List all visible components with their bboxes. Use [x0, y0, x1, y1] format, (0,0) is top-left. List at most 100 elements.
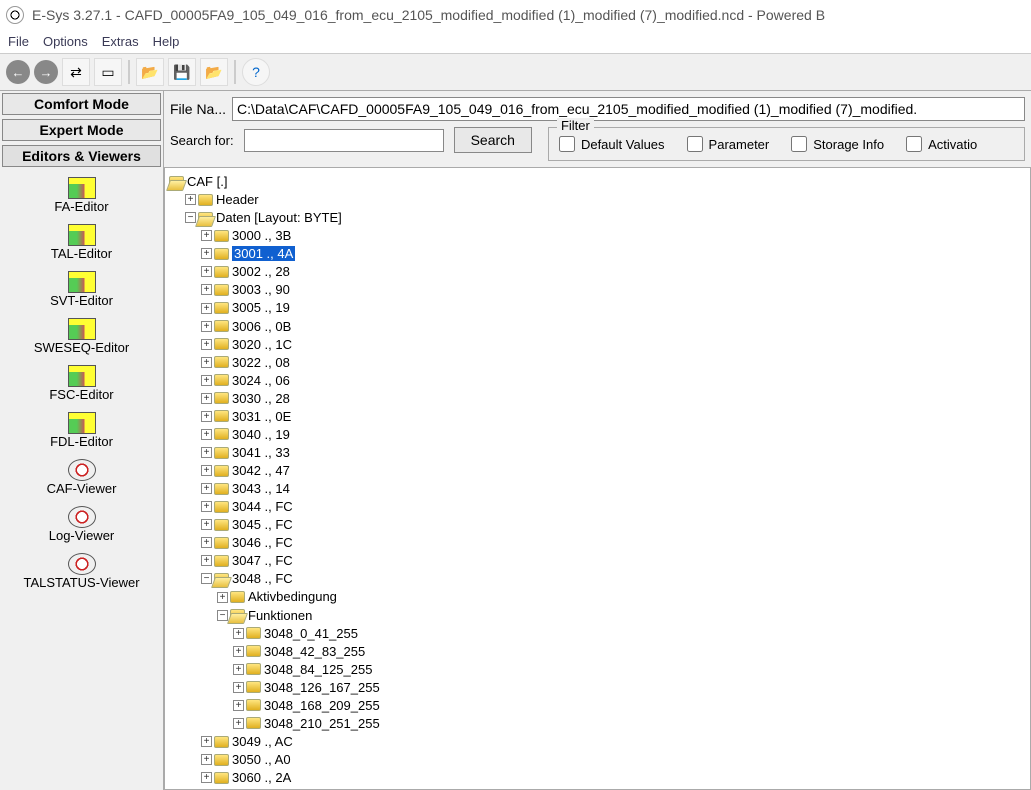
tree-node[interactable]: +3050 ., A0 [201, 750, 1028, 768]
tree-label[interactable]: 3003 ., 90 [232, 282, 290, 297]
back-icon[interactable]: ← [6, 60, 30, 84]
tree-toggle-icon[interactable]: + [201, 754, 212, 765]
tree-label[interactable]: 3001 ., 4A [232, 246, 295, 261]
tree-label[interactable]: 3040 ., 19 [232, 427, 290, 442]
tree-label[interactable]: 3048_126_167_255 [264, 680, 380, 695]
tree-toggle-icon[interactable]: + [201, 284, 212, 295]
tree-node[interactable]: +3002 ., 28 [201, 262, 1028, 280]
tree-node[interactable]: +3022 ., 08 [201, 353, 1028, 371]
tree-node[interactable]: +3048_0_41_255 [233, 624, 1028, 642]
tree-toggle-icon[interactable]: + [233, 664, 244, 675]
checkbox-icon[interactable] [791, 136, 807, 152]
tree-label[interactable]: Header [216, 192, 259, 207]
tree-node[interactable]: +3031 ., 0E [201, 407, 1028, 425]
tree-label[interactable]: 3050 ., A0 [232, 752, 291, 767]
menu-options[interactable]: Options [43, 34, 88, 49]
tree-node[interactable]: +3001 ., 4A [201, 244, 1028, 262]
tree-toggle-icon[interactable]: + [201, 537, 212, 548]
tree-node[interactable]: +3044 ., FC [201, 497, 1028, 515]
tree-toggle-icon[interactable]: + [201, 736, 212, 747]
tree-node[interactable]: +3048_210_251_255 [233, 714, 1028, 732]
editor-caf-viewer[interactable]: CAF-Viewer [0, 455, 163, 502]
filename-input[interactable] [232, 97, 1025, 121]
editor-fsc-editor[interactable]: FSC-Editor [0, 361, 163, 408]
tree-node[interactable]: +3030 ., 28 [201, 389, 1028, 407]
tree-toggle-icon[interactable]: + [233, 700, 244, 711]
menu-extras[interactable]: Extras [102, 34, 139, 49]
tree-label[interactable]: 3024 ., 06 [232, 373, 290, 388]
tree-toggle-icon[interactable]: + [201, 321, 212, 332]
tree-view[interactable]: CAF [.]+Header−Daten [Layout: BYTE]+3000… [164, 167, 1031, 790]
tree-label[interactable]: 3000 ., 3B [232, 228, 291, 243]
mode-comfort[interactable]: Comfort Mode [2, 93, 161, 115]
tree-label[interactable]: 3031 ., 0E [232, 409, 291, 424]
editor-tal-editor[interactable]: TAL-Editor [0, 220, 163, 267]
menu-help[interactable]: Help [153, 34, 180, 49]
help-icon[interactable]: ? [242, 58, 270, 86]
open-icon[interactable]: 📂 [136, 58, 164, 86]
tree-node[interactable]: +3048_42_83_255 [233, 642, 1028, 660]
filter-check-storage-info[interactable]: Storage Info [791, 136, 884, 152]
tree-node[interactable]: +3040 ., 19 [201, 425, 1028, 443]
tree-toggle-icon[interactable]: + [201, 447, 212, 458]
tree-toggle-icon[interactable]: − [201, 573, 212, 584]
tree-label[interactable]: 3043 ., 14 [232, 481, 290, 496]
tree-label[interactable]: 3048_84_125_255 [264, 662, 372, 677]
tool-icon[interactable]: ▭ [94, 58, 122, 86]
save-icon[interactable]: 💾 [168, 58, 196, 86]
tree-label[interactable]: 3047 ., FC [232, 553, 293, 568]
forward-icon[interactable]: → [34, 60, 58, 84]
tree-toggle-icon[interactable]: + [217, 592, 228, 603]
tree-label[interactable]: 3048 ., FC [232, 571, 293, 586]
tree-toggle-icon[interactable]: + [201, 248, 212, 259]
menu-file[interactable]: File [8, 34, 29, 49]
tree-toggle-icon[interactable]: + [201, 429, 212, 440]
tree-node[interactable]: −Daten [Layout: BYTE]+3000 ., 3B+3001 .,… [185, 208, 1028, 786]
tree-node[interactable]: −3048 ., FC+Aktivbedingung−Funktionen+30… [201, 569, 1028, 732]
tree-label[interactable]: 3022 ., 08 [232, 355, 290, 370]
tree-toggle-icon[interactable]: + [185, 194, 196, 205]
filter-check-parameter[interactable]: Parameter [687, 136, 770, 152]
tree-label[interactable]: 3045 ., FC [232, 517, 293, 532]
tree-node[interactable]: +3042 ., 47 [201, 461, 1028, 479]
search-input[interactable] [244, 129, 444, 152]
tree-label[interactable]: 3060 ., 2A [232, 770, 291, 785]
mode-editors[interactable]: Editors & Viewers [2, 145, 161, 167]
tree-toggle-icon[interactable]: + [233, 646, 244, 657]
filter-check-activatio[interactable]: Activatio [906, 136, 977, 152]
tree-toggle-icon[interactable]: + [201, 465, 212, 476]
tree-node[interactable]: +3060 ., 2A [201, 768, 1028, 786]
tree-toggle-icon[interactable]: + [201, 230, 212, 241]
tree-label[interactable]: CAF [.] [187, 174, 227, 189]
editor-talstatus-viewer[interactable]: TALSTATUS-Viewer [0, 549, 163, 596]
tree-node[interactable]: +3046 ., FC [201, 533, 1028, 551]
tree-label[interactable]: 3002 ., 28 [232, 264, 290, 279]
tree-toggle-icon[interactable]: + [201, 411, 212, 422]
tree-label[interactable]: 3048_168_209_255 [264, 698, 380, 713]
filter-check-default-values[interactable]: Default Values [559, 136, 665, 152]
tree-label[interactable]: 3006 ., 0B [232, 319, 291, 334]
tree-toggle-icon[interactable]: + [233, 628, 244, 639]
tree-root[interactable]: CAF [.]+Header−Daten [Layout: BYTE]+3000… [169, 172, 1028, 786]
tree-toggle-icon[interactable]: + [201, 519, 212, 530]
tree-label[interactable]: 3048_210_251_255 [264, 716, 380, 731]
tree-toggle-icon[interactable]: + [233, 682, 244, 693]
tree-node[interactable]: +3048_84_125_255 [233, 660, 1028, 678]
tree-label[interactable]: 3020 ., 1C [232, 337, 292, 352]
tree-toggle-icon[interactable]: + [201, 393, 212, 404]
tree-node[interactable]: +3003 ., 90 [201, 280, 1028, 298]
search-button[interactable]: Search [454, 127, 532, 153]
tree-toggle-icon[interactable]: + [201, 772, 212, 783]
tree-node[interactable]: +3000 ., 3B [201, 226, 1028, 244]
tree-label[interactable]: 3005 ., 19 [232, 301, 290, 316]
tree-node[interactable]: +Aktivbedingung [217, 587, 1028, 605]
connect-icon[interactable]: ⇄ [62, 58, 90, 86]
checkbox-icon[interactable] [906, 136, 922, 152]
editor-fdl-editor[interactable]: FDL-Editor [0, 408, 163, 455]
tree-toggle-icon[interactable]: + [201, 266, 212, 277]
tree-toggle-icon[interactable]: + [233, 718, 244, 729]
tree-node[interactable]: +3005 ., 19 [201, 298, 1028, 316]
checkbox-icon[interactable] [687, 136, 703, 152]
tree-node[interactable]: +3047 ., FC [201, 551, 1028, 569]
tree-label[interactable]: Funktionen [248, 608, 312, 623]
